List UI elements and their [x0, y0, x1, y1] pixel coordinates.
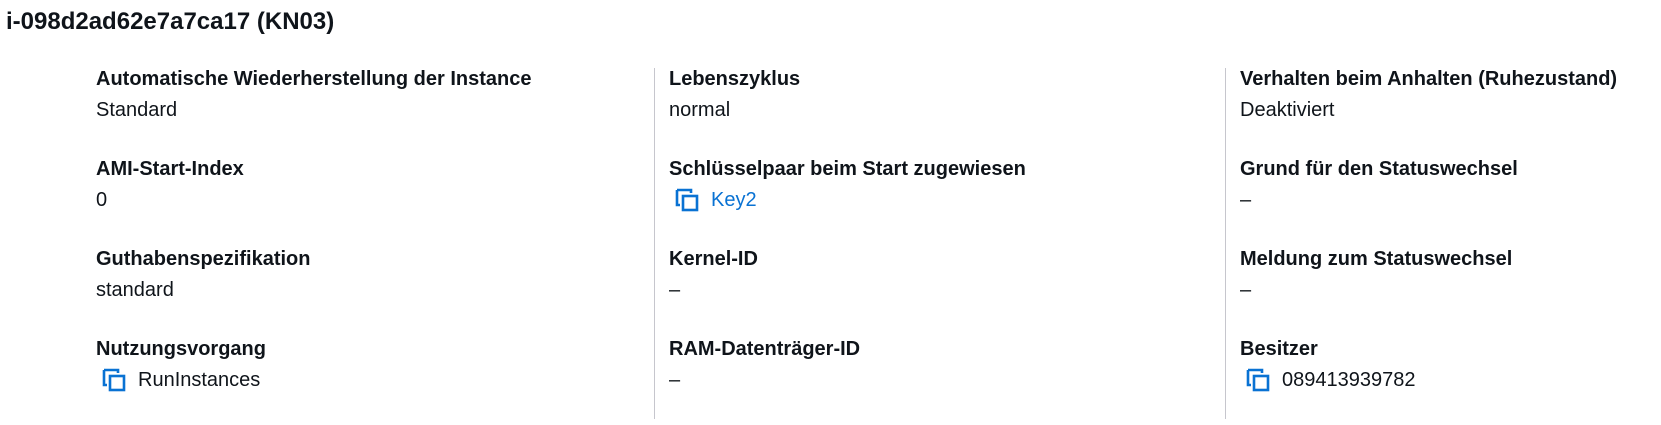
- field-label: Meldung zum Statuswechsel: [1240, 248, 1513, 270]
- field-value: Standard: [96, 99, 178, 121]
- field-credit-specification: Guthabenspezifikation standard: [96, 245, 636, 335]
- key-pair-link[interactable]: Key2: [711, 186, 757, 214]
- field-value: Deaktiviert: [1240, 99, 1335, 121]
- field-label: Besitzer: [1240, 338, 1318, 360]
- field-value: –: [1240, 279, 1252, 301]
- field-label: Schlüsselpaar beim Start zugewiesen: [669, 158, 1026, 180]
- usage-operation-value: RunInstances: [138, 369, 261, 391]
- field-value: –: [669, 369, 681, 391]
- field-state-transition-reason: Grund für den Statuswechsel –: [1240, 155, 1661, 245]
- field-label: RAM-Datenträger-ID: [669, 338, 861, 360]
- field-label: Guthabenspezifikation: [96, 248, 311, 270]
- field-value: standard: [96, 279, 174, 301]
- field-label: Verhalten beim Anhalten (Ruhezustand): [1240, 68, 1618, 90]
- field-owner: Besitzer 089413939782: [1240, 335, 1661, 425]
- field-value-row: Key2: [669, 186, 1209, 214]
- field-label: Automatische Wiederherstellung der Insta…: [96, 68, 532, 90]
- details-column-2: Lebenszyklus normal Schlüsselpaar beim S…: [654, 68, 1209, 419]
- field-value-row: RunInstances: [96, 366, 636, 394]
- details-column-1: Automatische Wiederherstellung der Insta…: [96, 65, 636, 419]
- field-state-transition-message: Meldung zum Statuswechsel –: [1240, 245, 1661, 335]
- field-value: –: [669, 279, 681, 301]
- field-lifecycle: Lebenszyklus normal: [669, 65, 1209, 155]
- field-ami-launch-index: AMI-Start-Index 0: [96, 155, 636, 245]
- field-usage-operation: Nutzungsvorgang RunInstances: [96, 335, 636, 425]
- field-value: 0: [96, 189, 108, 211]
- field-value: normal: [669, 99, 731, 121]
- field-label: Lebenszyklus: [669, 68, 801, 90]
- copy-icon[interactable]: [673, 186, 701, 214]
- field-label: Nutzungsvorgang: [96, 338, 266, 360]
- field-label: Kernel-ID: [669, 248, 758, 270]
- field-label: Grund für den Statuswechsel: [1240, 158, 1518, 180]
- field-auto-recovery: Automatische Wiederherstellung der Insta…: [96, 65, 636, 155]
- field-key-pair: Schlüsselpaar beim Start zugewiesen Key2: [669, 155, 1209, 245]
- field-ramdisk-id: RAM-Datenträger-ID –: [669, 335, 1209, 425]
- field-value-row: 089413939782: [1240, 366, 1661, 394]
- field-stop-hibernate-behavior: Verhalten beim Anhalten (Ruhezustand) De…: [1240, 65, 1661, 155]
- field-label: AMI-Start-Index: [96, 158, 244, 180]
- field-value: –: [1240, 189, 1252, 211]
- copy-icon[interactable]: [100, 366, 128, 394]
- copy-icon[interactable]: [1244, 366, 1272, 394]
- details-column-3: Verhalten beim Anhalten (Ruhezustand) De…: [1225, 68, 1661, 419]
- field-kernel-id: Kernel-ID –: [669, 245, 1209, 335]
- page-title: i-098d2ad62e7a7ca17 (KN03): [6, 8, 335, 35]
- owner-value: 089413939782: [1282, 369, 1416, 391]
